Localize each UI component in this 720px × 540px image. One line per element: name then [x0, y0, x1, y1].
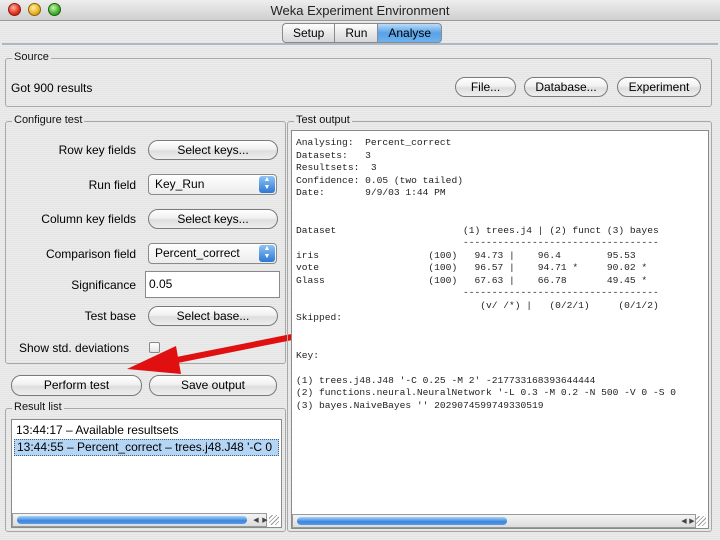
- result-list-scrollbar[interactable]: ◀ ▶: [12, 513, 268, 527]
- title-bar: Weka Experiment Environment: [0, 0, 720, 21]
- database-button[interactable]: Database...: [524, 77, 608, 97]
- window-title: Weka Experiment Environment: [270, 3, 450, 18]
- scrollbar-thumb[interactable]: [17, 516, 247, 524]
- result-list-item[interactable]: 13:44:17 – Available resultsets: [14, 423, 279, 438]
- source-panel: Source Got 900 results File... Database.…: [5, 51, 712, 107]
- tab-run[interactable]: Run: [334, 23, 378, 43]
- scrollbar-thumb[interactable]: [297, 517, 507, 525]
- row-key-select-button[interactable]: Select keys...: [148, 140, 278, 160]
- perform-test-button[interactable]: Perform test: [11, 375, 142, 396]
- show-std-deviations-label: Show std. deviations: [19, 341, 130, 355]
- show-std-deviations-checkbox[interactable]: [149, 342, 160, 353]
- test-output-scrollbar[interactable]: ◀ ▶: [292, 514, 696, 528]
- tab-bar: Setup Run Analyse: [282, 23, 443, 43]
- tab-analyse[interactable]: Analyse: [377, 23, 443, 43]
- comparison-field-select[interactable]: Percent_correct ▲ ▼: [148, 243, 277, 264]
- source-status: Got 900 results: [11, 81, 93, 95]
- comparison-field-value: Percent_correct: [155, 246, 240, 260]
- configure-test-panel: Configure test Row key fields Select key…: [5, 114, 286, 364]
- tab-panel-border: [2, 43, 718, 45]
- column-key-select-button[interactable]: Select keys...: [148, 209, 278, 229]
- significance-label: Significance: [71, 278, 136, 292]
- test-output-text: Analysing: Percent_correct Datasets: 3 R…: [296, 137, 676, 411]
- column-key-fields-label: Column key fields: [41, 212, 136, 226]
- source-legend: Source: [12, 51, 51, 63]
- test-output-panel: Test output Analysing: Percent_correct D…: [287, 114, 712, 532]
- run-field-value: Key_Run: [155, 177, 205, 191]
- result-list-item-selected[interactable]: 13:44:55 – Percent_correct – trees.j48.J…: [14, 439, 279, 456]
- comparison-field-label: Comparison field: [45, 247, 136, 261]
- run-field-select[interactable]: Key_Run ▲ ▼: [148, 174, 277, 195]
- test-output-legend: Test output: [294, 114, 352, 126]
- result-list-legend: Result list: [12, 401, 64, 413]
- run-field-label: Run field: [88, 178, 136, 192]
- significance-input[interactable]: 0.05: [145, 271, 280, 298]
- chevron-updown-icon: ▲ ▼: [259, 176, 275, 193]
- resize-grip-icon[interactable]: [696, 516, 706, 526]
- chevron-updown-icon: ▲ ▼: [259, 245, 275, 262]
- file-button[interactable]: File...: [455, 77, 516, 97]
- test-output-area[interactable]: Analysing: Percent_correct Datasets: 3 R…: [291, 130, 709, 529]
- tab-setup[interactable]: Setup: [282, 23, 335, 43]
- resize-grip-icon[interactable]: [269, 515, 279, 525]
- save-output-button[interactable]: Save output: [149, 375, 277, 396]
- test-base-label: Test base: [84, 309, 136, 323]
- experiment-button[interactable]: Experiment: [617, 77, 701, 97]
- configure-test-legend: Configure test: [12, 114, 85, 126]
- test-base-select-button[interactable]: Select base...: [148, 306, 278, 326]
- result-list-panel: Result list 13:44:17 – Available results…: [5, 401, 286, 532]
- result-list-box: 13:44:17 – Available resultsets 13:44:55…: [11, 419, 282, 528]
- row-key-fields-label: Row key fields: [58, 143, 136, 157]
